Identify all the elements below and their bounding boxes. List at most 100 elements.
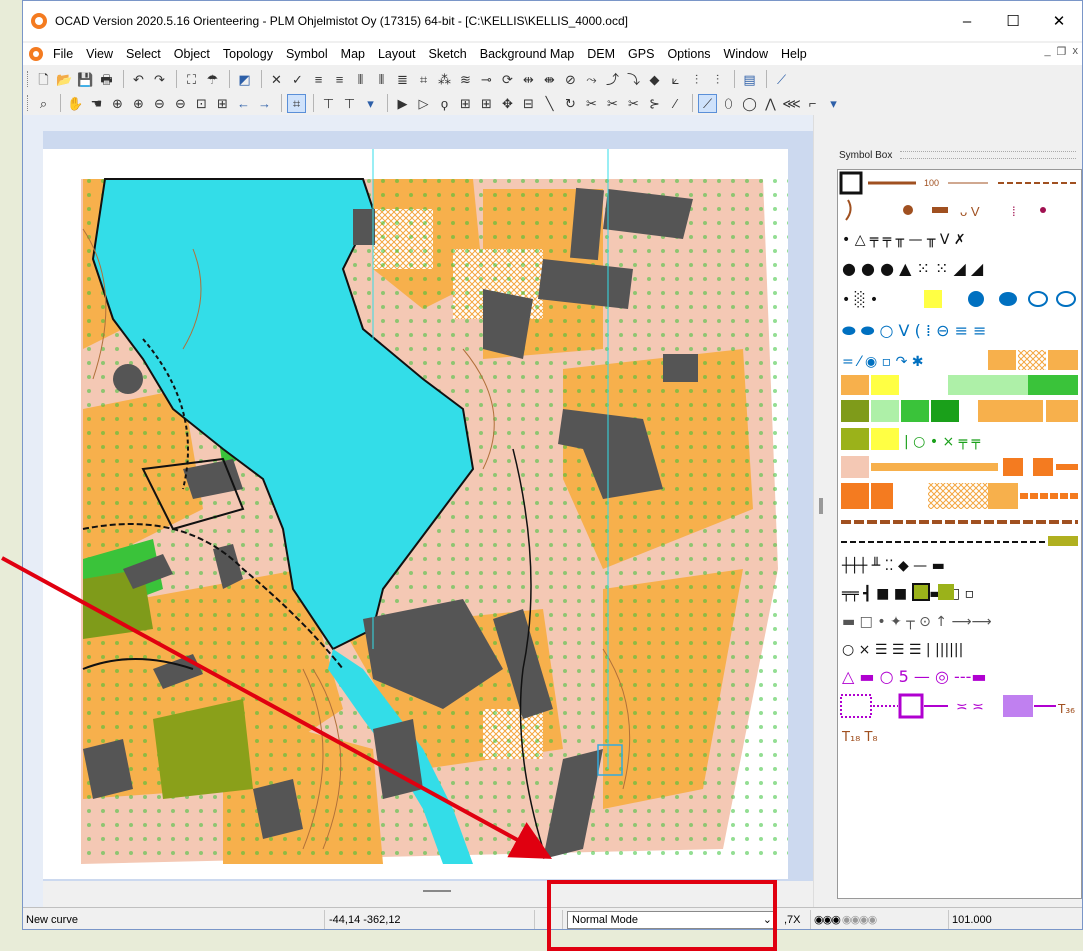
menu-window[interactable]: Window xyxy=(718,47,775,61)
fill-icon[interactable]: ⁂ xyxy=(435,70,454,89)
map-canvas[interactable] xyxy=(23,115,813,923)
hand-pan-icon[interactable]: ✋ xyxy=(66,94,85,113)
freehand-mode-icon[interactable]: ⌐ xyxy=(803,94,822,113)
orienteering-map[interactable] xyxy=(43,149,803,879)
draw-line-icon[interactable]: ⟋ xyxy=(772,70,791,89)
table-icon[interactable]: ⊤ xyxy=(319,94,338,113)
binoculars-icon[interactable]: ⌕ xyxy=(34,94,53,113)
add-point-icon[interactable]: ⊞ xyxy=(456,94,475,113)
cut-3-icon[interactable]: ✂ xyxy=(624,94,643,113)
zoom-in-2-icon[interactable]: ⊕ xyxy=(129,94,148,113)
dropdown-2-icon[interactable]: ▾ xyxy=(824,94,843,113)
toolbar-grip[interactable] xyxy=(27,71,30,87)
rotate-object-icon[interactable]: ↻ xyxy=(561,94,580,113)
layers-icon[interactable]: ▤ xyxy=(740,70,759,89)
cut-icon[interactable]: ✂ xyxy=(582,94,601,113)
curve-mode-icon[interactable]: ⟋ xyxy=(698,93,717,113)
straight-line-icon[interactable]: ╲ xyxy=(540,94,559,113)
panel-grip[interactable] xyxy=(900,151,1076,159)
document-icon[interactable] xyxy=(29,47,43,61)
new-file-icon[interactable]: 🗋 xyxy=(34,70,53,89)
eye-icon[interactable]: ◉◉◉ xyxy=(814,913,841,926)
table-2-icon[interactable]: ⊤ xyxy=(340,94,359,113)
menu-map[interactable]: Map xyxy=(335,47,372,61)
straight-mode-icon[interactable]: ⋘ xyxy=(782,94,801,113)
check-icon[interactable]: ✓ xyxy=(288,70,307,89)
close-button[interactable]: ✕ xyxy=(1036,1,1082,41)
symbol-grid[interactable]: 100 ᴗ V ⁞ • △ ╤ ╤ ╥ — ╥ V ✗ ● ● ● ▲ ⁙ ⁙ … xyxy=(837,169,1082,899)
crop-icon[interactable]: ⌗ xyxy=(414,70,433,89)
horizontal-scrollbar-thumb[interactable] xyxy=(423,890,451,892)
align-left-icon[interactable]: ≡ xyxy=(309,70,328,89)
toolbar-grip-2[interactable] xyxy=(27,95,30,111)
hatch-icon[interactable]: ≋ xyxy=(456,70,475,89)
undo-icon[interactable]: ↶ xyxy=(129,70,148,89)
symbol-swatches-2[interactable]: ≍ ≍ T₃₆ T₁₈ T₈ xyxy=(838,693,1081,753)
vertical-scrollbar[interactable] xyxy=(813,115,833,907)
edit-point-icon[interactable]: ▷ xyxy=(414,94,433,113)
print-icon[interactable]: 🖶 xyxy=(97,70,116,89)
menu-options[interactable]: Options xyxy=(661,47,717,61)
zoom-fit-icon[interactable]: ⊞ xyxy=(213,94,232,113)
join-icon[interactable]: ⇼ xyxy=(540,70,559,89)
rotate-icon[interactable]: ⟳ xyxy=(498,70,517,89)
add-point-2-icon[interactable]: ⊞ xyxy=(477,94,496,113)
grid-icon[interactable]: ⌗ xyxy=(287,93,306,113)
menu-object[interactable]: Object xyxy=(168,47,217,61)
delete-point-icon[interactable]: ⊟ xyxy=(519,94,538,113)
menu-view[interactable]: View xyxy=(80,47,120,61)
menu-layout[interactable]: Layout xyxy=(372,47,423,61)
simplify-icon[interactable]: ⤴ xyxy=(603,70,622,89)
menu-background-map[interactable]: Background Map xyxy=(474,47,582,61)
menu-file[interactable]: File xyxy=(47,47,80,61)
menu-topology[interactable]: Topology xyxy=(217,47,280,61)
delete-icon[interactable]: ✕ xyxy=(267,70,286,89)
maximize-button[interactable]: ☐ xyxy=(990,1,1036,41)
cut-2-icon[interactable]: ✂ xyxy=(603,94,622,113)
ellipse-mode-icon[interactable]: ⬯ xyxy=(719,94,738,113)
distribute-icon[interactable]: ⦀ xyxy=(351,70,370,89)
menu-help[interactable]: Help xyxy=(775,47,814,61)
arrow-right-icon[interactable]: → xyxy=(255,94,274,113)
eye-dim-icon[interactable]: ◉◉◉◉ xyxy=(842,913,877,926)
view-toggle-icons[interactable]: ◉◉◉ ◉◉◉◉ xyxy=(811,909,949,929)
menu-sketch[interactable]: Sketch xyxy=(423,47,474,61)
map-page[interactable] xyxy=(43,149,803,879)
mdi-minimize-button[interactable]: _ xyxy=(1045,45,1051,58)
zoom-window-icon[interactable]: ⊡ xyxy=(192,94,211,113)
mdi-close-button[interactable]: x xyxy=(1073,45,1079,58)
save-icon[interactable]: 💾 xyxy=(76,70,95,89)
zoom-extent-icon[interactable]: ⛶ xyxy=(182,70,201,89)
text-align-icon[interactable]: ⫶ xyxy=(687,70,706,89)
menu-dem[interactable]: DEM xyxy=(581,47,622,61)
zoom-out-2-icon[interactable]: ⊖ xyxy=(171,94,190,113)
edit-object-icon[interactable]: ▶ xyxy=(393,94,412,113)
smooth-icon[interactable]: ⤳ xyxy=(582,70,601,89)
split-icon[interactable]: ⊘ xyxy=(561,70,580,89)
lasso-icon[interactable]: ϙ xyxy=(435,94,454,113)
menu-gps[interactable]: GPS xyxy=(622,47,661,61)
measure-icon[interactable]: ⊱ xyxy=(645,94,664,113)
distribute-vertical-icon[interactable]: ⦀ xyxy=(372,70,391,89)
open-folder-icon[interactable]: 📂 xyxy=(55,70,74,89)
symbol-swatches[interactable]: 100 ᴗ V ⁞ • △ ╤ ╤ ╥ — ╥ V ✗ ● ● ● ▲ ⁙ ⁙ … xyxy=(838,170,1081,690)
rectangle-mode-icon[interactable]: ⋀ xyxy=(761,94,780,113)
mirror-icon[interactable]: ⇹ xyxy=(519,70,538,89)
mdi-restore-button[interactable]: ❐ xyxy=(1057,45,1067,58)
ocad-logo-icon[interactable] xyxy=(31,13,47,29)
preview-icon[interactable]: ☂ xyxy=(203,70,222,89)
convert-icon[interactable]: ⊸ xyxy=(477,70,496,89)
ruler-icon[interactable]: ⟀ xyxy=(666,70,685,89)
align-center-icon[interactable]: ≡ xyxy=(330,70,349,89)
dropdown-icon[interactable]: ▾ xyxy=(361,94,380,113)
marker-icon[interactable]: ◆ xyxy=(645,70,664,89)
zoom-out-icon[interactable]: ⊖ xyxy=(150,94,169,113)
circle-mode-icon[interactable]: ◯ xyxy=(740,94,759,113)
move-point-icon[interactable]: ✥ xyxy=(498,94,517,113)
hand-pan-2-icon[interactable]: ☚ xyxy=(87,94,106,113)
text-align-2-icon[interactable]: ⫶ xyxy=(708,70,727,89)
vertical-scrollbar-thumb[interactable] xyxy=(819,498,823,514)
redo-icon[interactable]: ↷ xyxy=(150,70,169,89)
color-correction-icon[interactable]: ◩ xyxy=(235,70,254,89)
zoom-in-icon[interactable]: ⊕ xyxy=(108,94,127,113)
